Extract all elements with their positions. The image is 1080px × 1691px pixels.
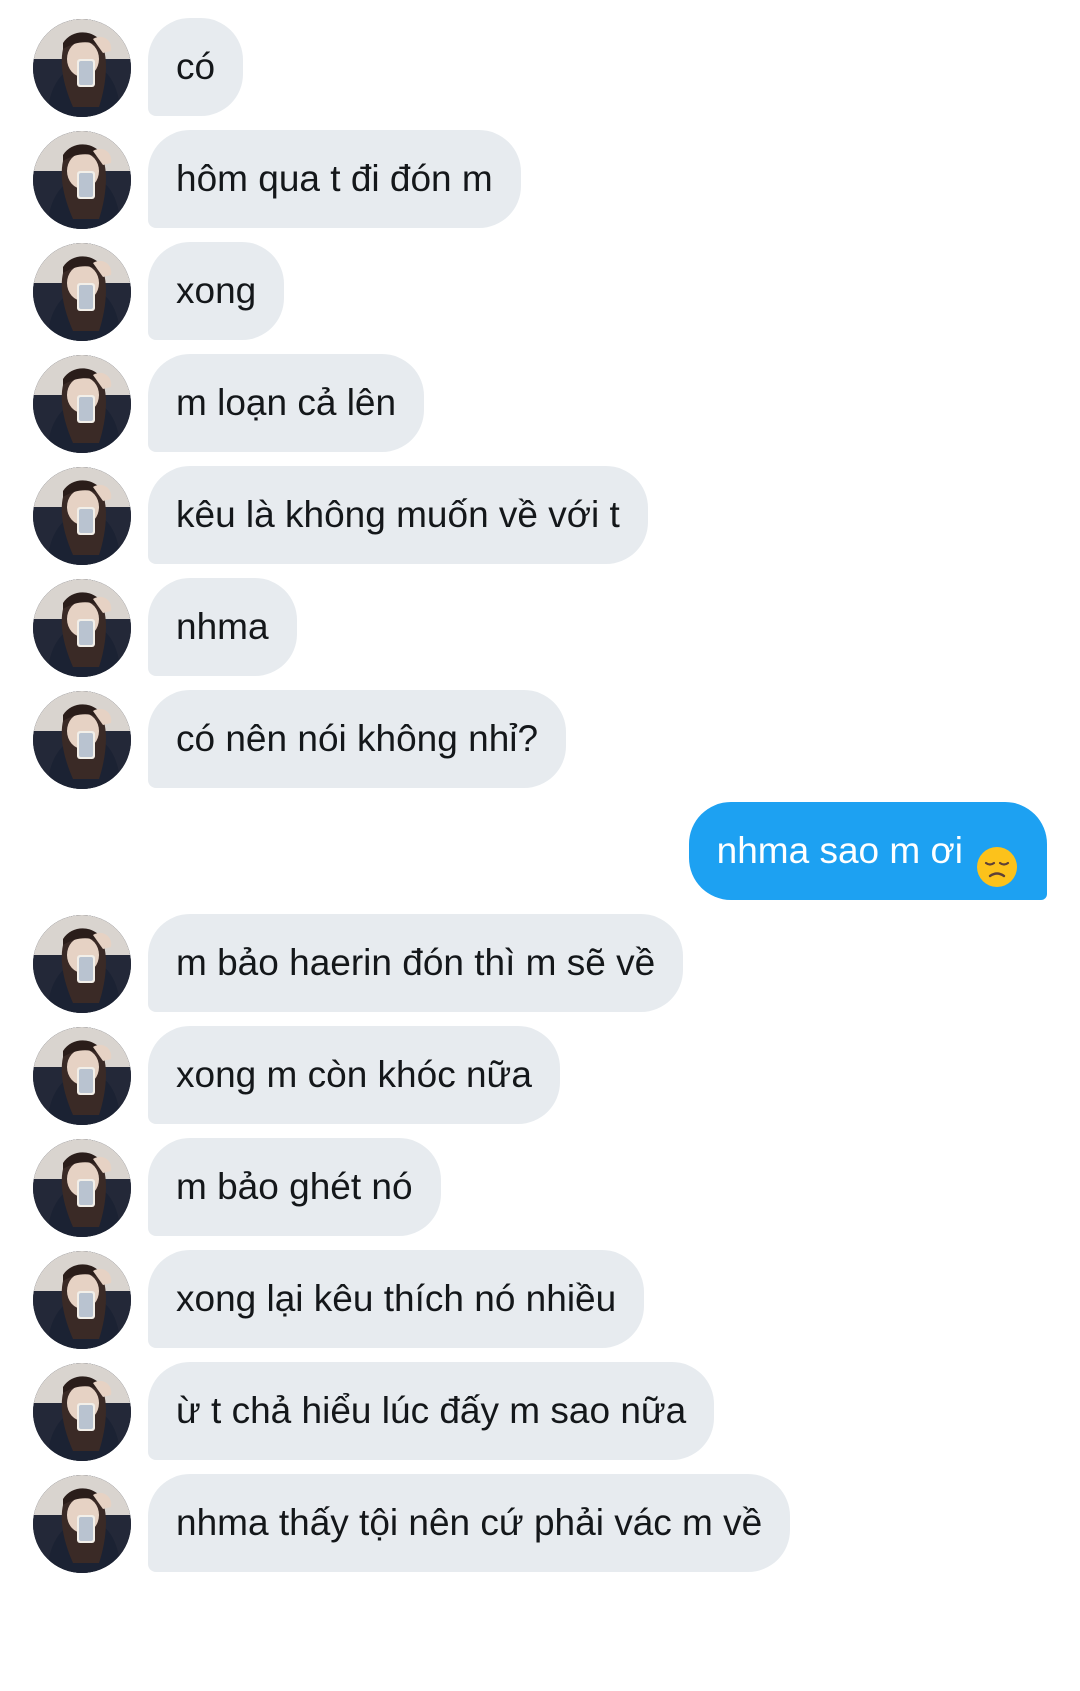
message-text: xong m còn khóc nữa: [176, 1054, 532, 1095]
message-text: ừ t chả hiểu lúc đấy m sao nữa: [176, 1390, 687, 1431]
incoming-message: có: [0, 18, 1080, 117]
message-bubble[interactable]: hôm qua t đi đón m: [148, 130, 521, 228]
message-bubble[interactable]: ừ t chả hiểu lúc đấy m sao nữa: [148, 1362, 715, 1460]
incoming-message: m bảo haerin đón thì m sẽ về: [0, 914, 1080, 1013]
message-bubble[interactable]: xong lại kêu thích nó nhiều: [148, 1250, 645, 1348]
message-text: nhma sao m ơi: [716, 830, 963, 871]
incoming-message: m loạn cả lên: [0, 354, 1080, 453]
message-bubble[interactable]: nhma thấy tội nên cứ phải vác m về: [148, 1474, 791, 1572]
message-bubble[interactable]: có nên nói không nhỉ?: [148, 690, 567, 788]
message-bubble[interactable]: xong: [148, 242, 285, 340]
incoming-message: xong: [0, 242, 1080, 341]
conversation-thread: có hôm qua t đi đón m xong m loạn cả lên…: [0, 0, 1080, 1691]
sender-avatar[interactable]: [33, 19, 131, 117]
sender-avatar[interactable]: [33, 1363, 131, 1461]
incoming-message: xong m còn khóc nữa: [0, 1026, 1080, 1125]
message-text: nhma thấy tội nên cứ phải vác m về: [176, 1502, 763, 1543]
message-text: nhma: [176, 606, 269, 647]
sender-avatar[interactable]: [33, 1027, 131, 1125]
message-text: kêu là không muốn về với t: [176, 494, 620, 535]
message-text: m bảo haerin đón thì m sẽ về: [176, 942, 656, 983]
sender-avatar[interactable]: [33, 1139, 131, 1237]
incoming-message: hôm qua t đi đón m: [0, 130, 1080, 229]
incoming-message: kêu là không muốn về với t: [0, 466, 1080, 565]
incoming-message: nhma: [0, 578, 1080, 677]
message-text: xong: [176, 270, 257, 311]
outgoing-message: nhma sao m ơi: [0, 802, 1080, 900]
sender-avatar[interactable]: [33, 355, 131, 453]
sender-avatar[interactable]: [33, 1251, 131, 1349]
sender-avatar[interactable]: [33, 131, 131, 229]
message-text: có: [176, 46, 216, 87]
message-text: m bảo ghét nó: [176, 1166, 413, 1207]
disappointed-face-icon: [975, 828, 1019, 888]
message-bubble[interactable]: m loạn cả lên: [148, 354, 425, 452]
message-bubble[interactable]: m bảo haerin đón thì m sẽ về: [148, 914, 684, 1012]
incoming-message: ừ t chả hiểu lúc đấy m sao nữa: [0, 1362, 1080, 1461]
message-bubble[interactable]: xong m còn khóc nữa: [148, 1026, 560, 1124]
sender-avatar[interactable]: [33, 467, 131, 565]
incoming-message: xong lại kêu thích nó nhiều: [0, 1250, 1080, 1349]
sender-avatar[interactable]: [33, 691, 131, 789]
sender-avatar[interactable]: [33, 243, 131, 341]
sender-avatar[interactable]: [33, 1475, 131, 1573]
message-text: m loạn cả lên: [176, 382, 397, 423]
message-text: có nên nói không nhỉ?: [176, 718, 539, 759]
sender-avatar[interactable]: [33, 579, 131, 677]
message-bubble[interactable]: nhma: [148, 578, 297, 676]
incoming-message: nhma thấy tội nên cứ phải vác m về: [0, 1474, 1080, 1573]
incoming-message: có nên nói không nhỉ?: [0, 690, 1080, 789]
incoming-message: m bảo ghét nó: [0, 1138, 1080, 1237]
sender-avatar[interactable]: [33, 915, 131, 1013]
message-bubble[interactable]: nhma sao m ơi: [688, 802, 1047, 900]
message-bubble[interactable]: kêu là không muốn về với t: [148, 466, 648, 564]
message-bubble[interactable]: có: [148, 18, 244, 116]
message-text: xong lại kêu thích nó nhiều: [176, 1278, 617, 1319]
message-bubble[interactable]: m bảo ghét nó: [148, 1138, 441, 1236]
message-text: hôm qua t đi đón m: [176, 158, 493, 199]
